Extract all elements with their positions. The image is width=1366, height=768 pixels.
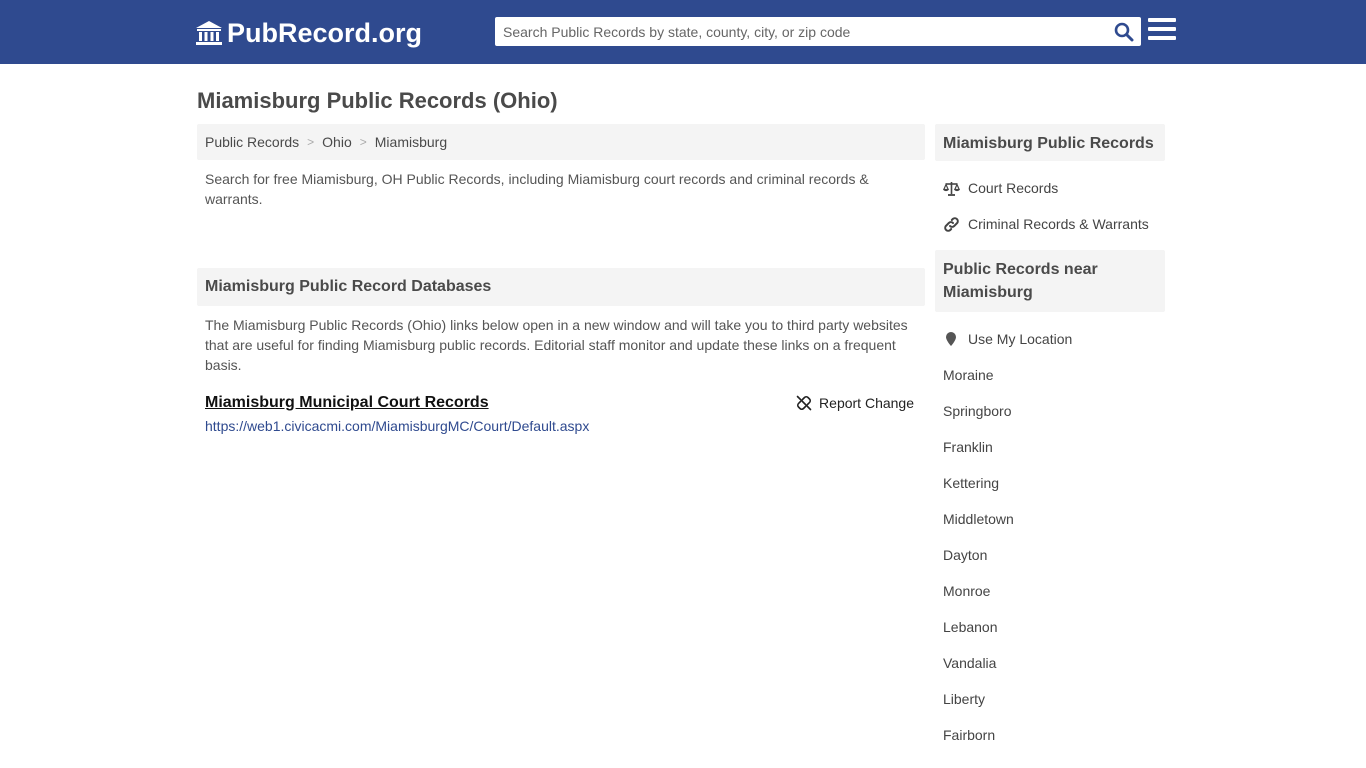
- sidebar-item-court-records[interactable]: Court Records: [935, 170, 1165, 206]
- use-my-location-label: Use My Location: [968, 331, 1073, 347]
- search-button[interactable]: [1107, 17, 1141, 46]
- nearby-link-vandalia[interactable]: Vandalia: [935, 645, 1165, 681]
- report-change-label: Report Change: [819, 395, 914, 411]
- breadcrumb-miamisburg[interactable]: Miamisburg: [375, 134, 447, 150]
- sidebar: Miamisburg Public Records Court Records …: [935, 124, 1165, 753]
- nearby-link-fairborn[interactable]: Fairborn: [935, 717, 1165, 753]
- breadcrumb-public-records[interactable]: Public Records: [205, 134, 299, 150]
- record-url-link[interactable]: https://web1.civicacmi.com/MiamisburgMC/…: [205, 418, 917, 434]
- site-logo[interactable]: PubRecord.org: [195, 16, 422, 50]
- main-content: Public Records > Ohio > Miamisburg Searc…: [197, 124, 925, 444]
- nearby-link-middletown[interactable]: Middletown: [935, 501, 1165, 537]
- search-icon: [1114, 22, 1134, 41]
- nearby-link-monroe[interactable]: Monroe: [935, 573, 1165, 609]
- sidebar-nearby-list: Use My Location Moraine Springboro Frank…: [935, 312, 1165, 753]
- intro-text: Search for free Miamisburg, OH Public Re…: [205, 171, 869, 207]
- nearby-link-kettering[interactable]: Kettering: [935, 465, 1165, 501]
- top-nav-bar: PubRecord.org: [0, 0, 1366, 64]
- nearby-link-moraine[interactable]: Moraine: [935, 357, 1165, 393]
- nearby-link-franklin[interactable]: Franklin: [935, 429, 1165, 465]
- sidebar-item-label: Court Records: [968, 180, 1059, 196]
- databases-heading: Miamisburg Public Record Databases: [197, 268, 925, 306]
- databases-description: The Miamisburg Public Records (Ohio) lin…: [205, 317, 908, 373]
- sidebar-item-criminal-records[interactable]: Criminal Records & Warrants: [935, 206, 1165, 242]
- search-input[interactable]: [495, 17, 1107, 46]
- broken-link-icon: [796, 395, 812, 411]
- courthouse-icon: [196, 21, 222, 45]
- hamburger-menu-icon[interactable]: [1148, 18, 1176, 44]
- map-pin-icon: [946, 332, 956, 346]
- breadcrumb: Public Records > Ohio > Miamisburg: [197, 124, 925, 160]
- sidebar-records-list: Court Records Criminal Records & Warrant…: [935, 161, 1165, 242]
- nearby-link-liberty[interactable]: Liberty: [935, 681, 1165, 717]
- page-title: Miamisburg Public Records (Ohio): [197, 88, 558, 113]
- record-item: Miamisburg Municipal Court Records https…: [197, 394, 925, 444]
- record-title-link[interactable]: Miamisburg Municipal Court Records: [205, 394, 489, 412]
- nearby-link-springboro[interactable]: Springboro: [935, 393, 1165, 429]
- scale-icon: [943, 181, 960, 196]
- breadcrumb-ohio[interactable]: Ohio: [322, 134, 352, 150]
- link-icon: [944, 216, 959, 232]
- report-change-button[interactable]: Report Change: [796, 395, 914, 411]
- search-box: [495, 17, 1141, 46]
- breadcrumb-separator-icon: >: [307, 135, 315, 149]
- sidebar-records-heading: Miamisburg Public Records: [935, 124, 1165, 161]
- logo-text: PubRecord.org: [227, 17, 423, 48]
- breadcrumb-separator-icon: >: [359, 135, 367, 149]
- use-my-location-button[interactable]: Use My Location: [935, 321, 1165, 357]
- nearby-link-lebanon[interactable]: Lebanon: [935, 609, 1165, 645]
- sidebar-near-heading: Public Records near Miamisburg: [935, 250, 1165, 312]
- sidebar-item-label: Criminal Records & Warrants: [968, 216, 1149, 232]
- nearby-link-dayton[interactable]: Dayton: [935, 537, 1165, 573]
